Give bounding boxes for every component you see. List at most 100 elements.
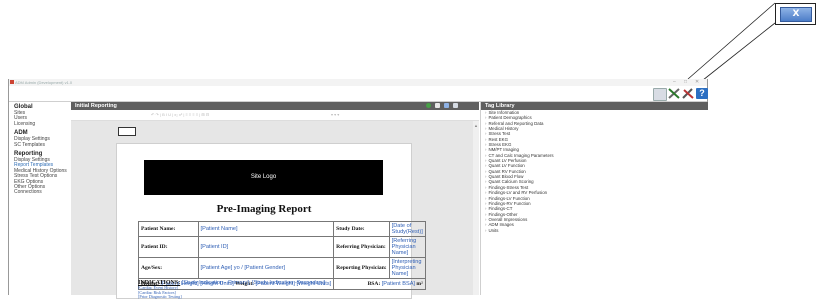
expand-arrow-icon[interactable]: › [485,163,486,168]
tools-icon[interactable] [668,88,680,99]
minimize-button[interactable]: – [673,79,676,85]
sidebar-item[interactable]: Connections [14,190,71,196]
window-title: ADM Admin (Development) v1.0 [15,80,73,85]
tag-item-label: Site Information [488,110,520,115]
report-editor: Initial Reporting ↶ ↷ | B I U | x₂ x² | … [71,102,479,299]
expand-arrow-icon[interactable]: › [485,126,486,131]
tag-item-label: Referral and Reporting Data [488,120,544,126]
expand-arrow-icon[interactable]: › [485,217,486,222]
add-icon[interactable] [426,103,431,108]
sidebar: Global Sites Users Licensing ADM Display Sett… [9,102,72,295]
maximize-button[interactable]: □ [684,79,687,85]
expand-arrow-icon[interactable]: › [485,174,486,179]
field-tag[interactable]: [Patient Name] [197,221,335,237]
expand-arrow-icon[interactable]: › [485,137,486,142]
expand-arrow-icon[interactable]: › [485,121,486,126]
indications-section: INDICATIONS: [Study Indication - Primary… [138,280,398,300]
help-icon[interactable]: ? [696,88,708,99]
tag-library: Tag Library › Site Information › Patient De… [480,102,708,295]
tag-item-label: Stress EKG [488,142,512,148]
header-placeholder-box[interactable] [118,127,136,136]
close-button[interactable]: ✕ [695,79,699,85]
editor-canvas: Site Logo Pre-Imaging Report Patient Nam… [71,121,479,299]
tag-item-label: Stress Test [488,131,511,137]
indication-sub-items: [Cardiac Event History] [Cardiac Risk Fac… [138,285,398,300]
expand-arrow-icon[interactable]: › [485,185,486,190]
tag-item-label: Overall Impressions [488,216,528,222]
expand-arrow-icon[interactable]: › [485,110,486,115]
sidebar-item[interactable]: SC Templates [14,142,71,148]
editor-header: Initial Reporting [71,102,479,110]
expand-arrow-icon[interactable]: › [485,115,486,120]
expand-arrow-icon[interactable]: › [485,222,486,227]
settings-icon[interactable] [682,88,694,99]
site-logo: Site Logo [144,160,383,195]
expand-arrow-icon[interactable]: › [485,169,486,174]
tag-library-title: Tag Library [481,102,708,110]
zoomed-close-button[interactable]: X [780,7,812,22]
tag-item-label: Quant RV Function [488,168,526,174]
preview-icon[interactable] [453,103,458,108]
tag-item-label: Findings-LV and RV Perfusion [488,190,548,196]
tag-item-label: Quant LV Perfusion [488,158,527,164]
expand-arrow-icon[interactable]: › [485,196,486,201]
indications-value: [Study Indication - Primary]; [Study Ind… [181,280,326,286]
field-label: Referring Physician: [333,236,390,258]
document-icon[interactable] [435,103,440,108]
editor-scrollbar[interactable]: ▲ [473,121,479,295]
format-buttons[interactable]: ↶ ↷ | B I U | x₂ x² | ≡ ≡ ≡ ≡ | ⊞ ⊟ [151,112,209,117]
tag-item-label: Findings-Stress Test [488,184,529,190]
field-tag[interactable]: [Date of Study(Rest)] [388,221,426,237]
tag-item-label: Patient Demographics [488,115,532,121]
tag-item-label: Quant Calcium Scoring [488,179,534,185]
field-tag[interactable]: [Interpreting Physician Name] [388,257,426,279]
indication-sub-item[interactable]: [Prior Diagnostic Testing] [138,295,398,300]
report-title: Pre-Imaging Report [216,203,312,215]
field-label: Patient ID: [138,236,199,258]
editor-format-toolbar: ↶ ↷ | B I U | x₂ x² | ≡ ≡ ≡ ≡ | ⊞ ⊟ ▾ ▾ … [71,110,479,121]
save-template-icon[interactable] [444,103,449,108]
expand-arrow-icon[interactable]: › [485,228,486,233]
title-bar: ADM Admin (Development) v1.0 – □ ✕ [9,79,707,86]
field-label: Age/Sex: [138,257,199,279]
save-icon[interactable] [653,88,667,101]
tag-list: › Site Information › Patient Demographics › R… [481,110,708,233]
tag-item-label: Rest EKG [488,136,508,142]
expand-arrow-icon[interactable]: › [485,131,486,136]
editor-title: Initial Reporting [75,103,117,109]
format-dropdowns[interactable]: ▾ ▾ ▾ [331,112,339,117]
expand-arrow-icon[interactable]: › [485,142,486,147]
expand-arrow-icon[interactable]: › [485,212,486,217]
bsa-unit: m² [416,281,423,287]
field-tag[interactable]: [Patient ID] [197,236,335,258]
tag-item-label: NM/PT Imaging [488,147,519,153]
sidebar-item[interactable]: Licensing [14,121,71,127]
table-row: Age/Sex: [Patient Age] yo / [Patient Gend… [138,257,426,279]
table-row: Patient Name: [Patient Name] Study Date: [D… [138,221,426,237]
expand-arrow-icon[interactable]: › [485,153,486,158]
field-tag[interactable]: [Referring Physician Name] [388,236,426,258]
expand-arrow-icon[interactable]: › [485,158,486,163]
tag-item-label: Findings-Other [488,211,518,217]
tag-item-label: Medical History [488,126,519,132]
tag-library-item[interactable]: › Units [481,228,708,233]
tag-item-label: Findings-LV Function [488,195,530,201]
main-toolbar: ? [9,86,708,102]
tag-item-label: Findings-RV Function [488,200,531,206]
app-window: ADM Admin (Development) v1.0 – □ ✕ ? Glo… [8,79,708,299]
field-label: Reporting Physician: [333,257,390,279]
tag-item-label: ADM Images [488,222,514,228]
tag-item-label: Findings-CT [488,206,513,212]
field-label: Study Date: [333,221,390,237]
expand-arrow-icon[interactable]: › [485,147,486,152]
tag-item-label: Units [488,227,499,233]
app-icon [10,80,14,84]
scroll-up-icon[interactable]: ▲ [474,123,478,128]
expand-arrow-icon[interactable]: › [485,201,486,206]
expand-arrow-icon[interactable]: › [485,206,486,211]
field-label: Patient Name: [138,221,199,237]
expand-arrow-icon[interactable]: › [485,190,486,195]
expand-arrow-icon[interactable]: › [485,179,486,184]
field-tag[interactable]: [Patient Age] yo / [Patient Gender] [197,257,335,279]
report-page[interactable]: Site Logo Pre-Imaging Report Patient Nam… [116,143,426,300]
